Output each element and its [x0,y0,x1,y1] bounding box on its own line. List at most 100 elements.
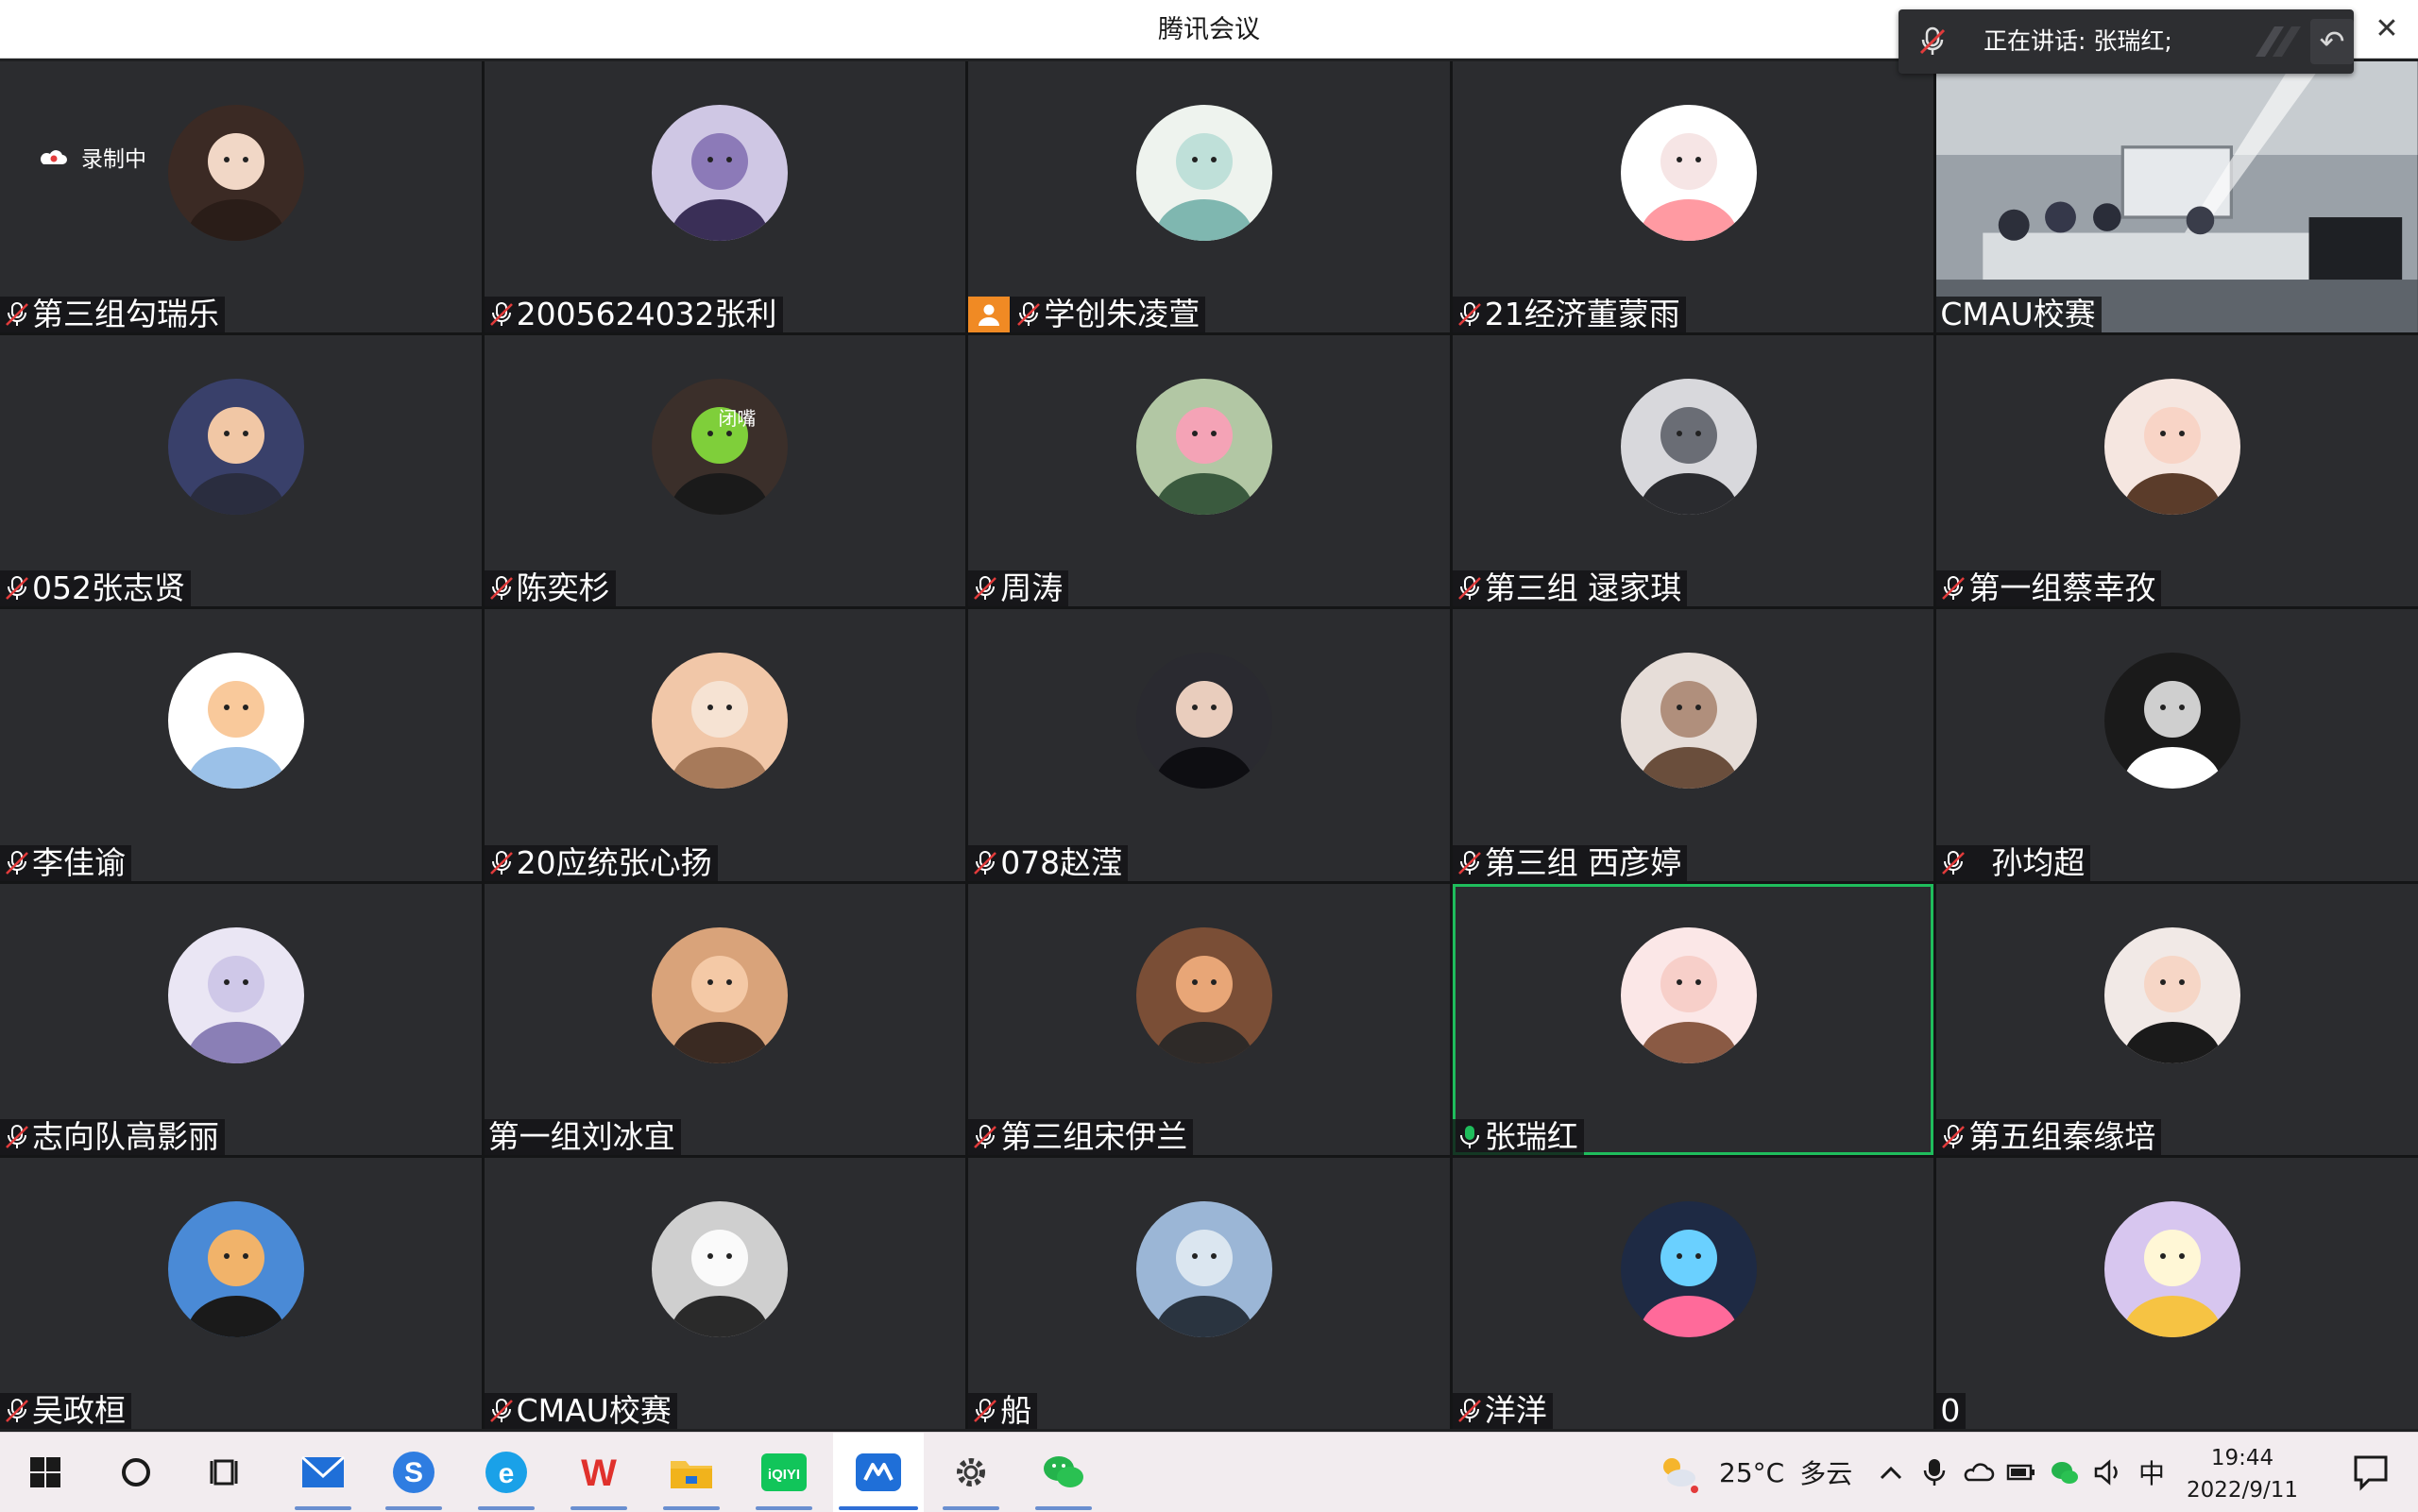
participant-tile[interactable]: 周涛 [968,335,1450,607]
svg-text:W: W [581,1453,617,1494]
participant-name: CMAU校赛 [1940,296,2096,333]
avatar [652,653,789,790]
mic-muted-icon [1015,301,1042,328]
show-hidden-icons-chevron-icon[interactable] [1874,1455,1908,1489]
mic-muted-icon [1940,850,1967,876]
participant-tile[interactable]: CMAU校赛 [484,1157,966,1429]
participant-tile[interactable]: 吴政桓 [0,1157,482,1429]
browser-app-button[interactable]: e [461,1433,552,1512]
mail-app-button[interactable] [278,1433,368,1512]
return-arrow-icon[interactable]: ↶ [2310,19,2354,64]
participant-tile-video[interactable]: CMAU校赛 [1936,61,2418,333]
participant-tile[interactable]: 052张志贤 [0,335,482,607]
iqiyi-label: iQIYI [768,1467,800,1483]
cortana-search-button[interactable] [91,1433,181,1512]
participant-name-bar: 第五组秦缘培 [1936,1118,2162,1155]
participant-tile-active-speaker[interactable]: 张瑞红 [1452,883,1934,1155]
participant-name: 陈奕杉 [516,569,610,607]
recording-indicator: 录制中 [38,141,146,173]
host-person-icon [968,297,1011,333]
task-view-button[interactable] [181,1433,272,1512]
battery-icon[interactable] [2004,1455,2038,1489]
participant-grid: 录制中第三组勾瑞乐 2005624032张利 学创朱凌萱 21经济董蒙雨 CMA… [0,61,2418,1429]
participant-name-bar: 第一组刘冰宜 [484,1117,681,1155]
participant-name-bar: 船 [968,1393,1038,1429]
sogou-input-button[interactable]: S [368,1433,459,1512]
participant-tile[interactable]: 第三组 西彦婷 [1452,609,1934,881]
participant-name-bar: CMAU校赛 [1936,296,2102,333]
participant-tile[interactable]: 孙均超 [1936,609,2418,881]
avatar [167,1200,304,1337]
participant-name-bar: CMAU校赛 [484,1393,677,1429]
participant-name: 第一组刘冰宜 [487,1117,675,1155]
avatar [1135,926,1272,1063]
mic-on-icon [1456,1124,1483,1150]
start-menu-button[interactable] [0,1433,91,1512]
mic-muted-icon [1940,1124,1967,1150]
participant-tile[interactable]: 第一组蔡幸孜 [1936,335,2418,607]
participant-tile[interactable]: 录制中第三组勾瑞乐 [0,61,482,333]
wechat-app-button[interactable] [1018,1433,1109,1512]
onedrive-cloud-icon[interactable] [1961,1455,1995,1489]
participant-name: 周涛 [1000,569,1064,607]
file-explorer-button[interactable] [646,1433,737,1512]
participant-tile[interactable]: 20应统张心扬 [484,609,966,881]
sogou-input-icon: S [393,1452,434,1493]
taskbar-clock[interactable]: 19:44 2022/9/11 [2176,1442,2308,1506]
participant-tile[interactable]: 学创朱凌萱 [968,61,1450,333]
participant-tile[interactable]: 第三组 逯家琪 [1452,335,1934,607]
running-indicator [943,1506,999,1510]
participant-tile[interactable]: 李佳谕 [0,609,482,881]
iqiyi-app-button[interactable]: iQIYI [739,1433,829,1512]
tencent-meeting-app-button[interactable] [833,1433,924,1512]
participant-tile[interactable]: 洋洋 [1452,1157,1934,1429]
running-indicator [570,1506,627,1510]
participant-name-bar: 李佳谕 [0,844,131,881]
participant-tile[interactable]: 志向队高影丽 [0,883,482,1155]
settings-button[interactable] [926,1433,1016,1512]
avatar [1135,379,1272,516]
running-indicator [295,1506,351,1510]
notification-center-icon[interactable] [2350,1452,2392,1493]
wps-office-icon: W [581,1453,617,1494]
wps-office-button[interactable]: W [553,1433,644,1512]
participant-tile[interactable]: 第一组刘冰宜 [484,883,966,1155]
participant-name: 第三组勾瑞乐 [32,296,219,333]
speaker-volume-icon[interactable] [2091,1455,2125,1489]
participant-tile[interactable]: 船 [968,1157,1450,1429]
video-feed [1936,61,2418,333]
participant-name-bar: 孙均超 [1936,844,2091,881]
participant-name: 学创朱凌萱 [1044,296,1200,333]
wechat-tray-icon[interactable] [2048,1455,2082,1489]
participant-name: 第三组宋伊兰 [1000,1117,1188,1155]
participant-name: 志向队高影丽 [32,1117,219,1155]
participant-name-bar: 张瑞红 [1452,1117,1584,1155]
mic-muted-icon[interactable] [1916,25,1950,59]
participant-name: 052张志贤 [32,569,185,607]
participant-tile[interactable]: 第三组宋伊兰 [968,883,1450,1155]
speaking-indicator-bar[interactable]: 正在讲话: 张瑞红; ↶ [1899,9,2354,74]
avatar [1135,1200,1272,1337]
participant-tile[interactable]: 第五组秦缘培 [1936,883,2418,1155]
weather-widget[interactable]: 25°C 多云 [1653,1433,1852,1512]
participant-name: 20应统张心扬 [516,843,712,881]
participant-tile[interactable]: 闭嘴 陈奕杉 [484,335,966,607]
participant-tile[interactable]: 0 [1936,1157,2418,1429]
weather-condition: 多云 [1799,1458,1853,1489]
participant-tile[interactable]: 078赵滢 [968,609,1450,881]
participant-name: 张瑞红 [1484,1117,1578,1155]
mic-muted-icon [488,1398,515,1424]
participant-tile[interactable]: 2005624032张利 [484,61,966,333]
mic-muted-icon [972,1124,998,1150]
avatar [1620,1200,1757,1337]
participant-tile[interactable]: 21经济董蒙雨 [1452,61,1934,333]
mic-muted-icon [1940,575,1967,602]
ime-indicator[interactable]: 中 [2138,1453,2165,1491]
system-tray: 中 [1874,1433,2165,1512]
window-close-button[interactable]: ✕ [2365,8,2409,51]
svg-text:S: S [404,1457,423,1488]
mic-muted-icon [4,575,30,602]
microphone-icon[interactable] [1917,1455,1951,1489]
mic-muted-icon [488,301,515,328]
participant-name: 第三组 逯家琪 [1484,569,1682,607]
